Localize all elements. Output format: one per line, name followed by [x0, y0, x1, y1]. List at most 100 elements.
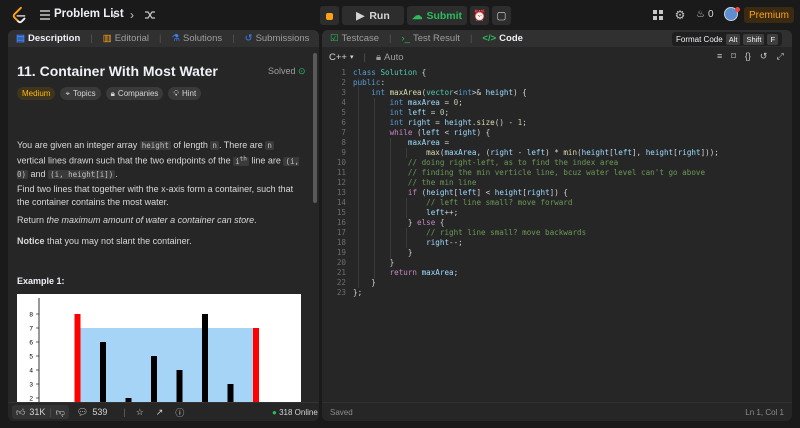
submit-button[interactable]: ☁ Submit: [407, 6, 467, 25]
code-line[interactable]: 14 // left line small? move forward: [322, 198, 792, 208]
checkbox-icon: ☑: [330, 33, 339, 44]
code-line[interactable]: 22 }: [322, 278, 792, 288]
code-text: };: [353, 288, 363, 297]
language-select[interactable]: C++ ▾: [329, 52, 353, 63]
tab-submissions[interactable]: ↺ Submissions: [245, 33, 310, 44]
problem-list-icon[interactable]: [37, 7, 53, 23]
code-line[interactable]: 10 // doing right-left, as to find the i…: [322, 158, 792, 168]
code-icon: </>: [482, 33, 497, 44]
code-line[interactable]: 3 int maxArea(vector<int>& height) {: [322, 88, 792, 98]
code-line[interactable]: 17 // right line small? move backwards: [322, 228, 792, 238]
water-area: [80, 328, 253, 402]
braces-icon[interactable]: {}: [745, 51, 751, 62]
code-line[interactable]: 12 // the min line: [322, 178, 792, 188]
difficulty-badge[interactable]: Medium: [17, 87, 56, 100]
layout-grid-icon[interactable]: [650, 7, 666, 23]
notes-button[interactable]: ▢: [492, 6, 511, 25]
code-line[interactable]: 23};: [322, 288, 792, 298]
bar-7: [202, 314, 208, 402]
line-number: 15: [336, 208, 346, 217]
leetcode-logo-icon[interactable]: [11, 6, 29, 24]
code-line[interactable]: 21 return maxArea;: [322, 268, 792, 278]
tab-testcase[interactable]: ☑ Testcase: [330, 33, 379, 44]
line-number: 1: [341, 68, 346, 77]
comment-icon[interactable]: 💬︎: [77, 407, 88, 418]
code-text: class Solution {: [353, 68, 427, 77]
thumbs-up-icon[interactable]: 👍︎: [16, 407, 25, 418]
y-tick-label: 8: [29, 312, 33, 319]
code-line[interactable]: 18 right--;: [322, 238, 792, 248]
bug-icon: [326, 13, 333, 20]
chevron-right-icon[interactable]: ›: [124, 7, 140, 23]
code-text: int right = height.size() - 1;: [389, 118, 527, 127]
notification-dot: [735, 7, 740, 12]
expand-icon[interactable]: ⤢: [776, 51, 783, 62]
help-circle-icon[interactable]: ⓘ: [175, 406, 184, 419]
fire-icon: ♨: [696, 9, 705, 20]
share-icon[interactable]: ↗: [156, 407, 164, 418]
shuffle-icon[interactable]: [142, 7, 158, 23]
code-line[interactable]: 19 }: [322, 248, 792, 258]
y-tick-label: 4: [29, 368, 33, 375]
code-line[interactable]: 15 left++;: [322, 208, 792, 218]
tab-description[interactable]: ▤ Description: [16, 33, 80, 44]
code-line[interactable]: 6 int right = height.size() - 1;: [322, 118, 792, 128]
code-text: }: [353, 278, 376, 287]
like-dislike-group: 👍︎ 31K | 👎︎: [12, 405, 69, 419]
code-text: if (height[left] < height[right]) {: [407, 188, 568, 197]
code-line[interactable]: 13 if (height[left] < height[right]) {: [322, 188, 792, 198]
line-number: 3: [341, 88, 346, 97]
bar-8: [227, 384, 234, 402]
code-line[interactable]: 1 class Solution {: [322, 68, 792, 78]
code-text: } else {: [353, 218, 445, 227]
line-number: 22: [336, 278, 346, 287]
thumbs-down-icon[interactable]: 👎︎: [56, 407, 65, 418]
description-panel: ▤ Description | ▥ Editorial | ⚗ Solution…: [8, 30, 319, 421]
align-icon[interactable]: ≡: [717, 51, 722, 62]
description-scrollbar[interactable]: [312, 47, 318, 403]
like-count: 31K: [29, 407, 46, 417]
tab-solutions[interactable]: ⚗ Solutions: [172, 33, 223, 44]
terminal-icon: ›_: [401, 33, 410, 44]
line-number: 12: [336, 178, 346, 187]
check-circle-icon: ⊙: [298, 66, 306, 76]
debug-button[interactable]: [320, 6, 339, 25]
code-line[interactable]: 9 max(maxArea, (right - left) * min(heig…: [322, 148, 792, 158]
tab-code[interactable]: </> Code: [482, 33, 523, 44]
code-line[interactable]: 8 maxArea =: [322, 138, 792, 148]
code-line[interactable]: 11 // finding the min verticle line, bcu…: [322, 168, 792, 178]
container-chart: 012345678: [29, 298, 259, 402]
code-line[interactable]: 7 while (left < right) {: [322, 128, 792, 138]
line-number: 19: [336, 248, 346, 257]
star-icon[interactable]: ☆: [136, 407, 144, 418]
code-line[interactable]: 20 }: [322, 258, 792, 268]
hint-tag[interactable]: 💡︎ Hint: [168, 87, 202, 100]
line-number: 9: [341, 148, 346, 157]
tab-editorial[interactable]: ▥ Editorial: [103, 33, 149, 44]
undo-icon[interactable]: ↺: [760, 51, 768, 62]
chevron-left-icon[interactable]: ‹: [106, 7, 122, 23]
premium-button[interactable]: Premium: [744, 7, 794, 23]
settings-gear-icon[interactable]: ⚙: [672, 7, 688, 23]
lock-icon: 🔒︎: [375, 51, 382, 63]
timer-button[interactable]: ⏰: [470, 6, 489, 25]
code-text: }: [353, 248, 413, 257]
chevron-down-icon: ▾: [349, 54, 354, 61]
streak-counter[interactable]: ♨ 0: [696, 9, 714, 20]
line-number: 18: [336, 238, 346, 247]
auto-mode-toggle[interactable]: 🔒︎ Auto: [376, 52, 404, 63]
code-editor[interactable]: 1 class Solution {2 public: 3 int maxArea(v…: [322, 68, 792, 401]
code-line[interactable]: 5 int left = 0;: [322, 108, 792, 118]
run-button[interactable]: ▶ Run: [342, 6, 404, 25]
online-count: ● 318 Online: [272, 408, 318, 417]
bookmark-icon[interactable]: ⌑: [731, 51, 736, 62]
code-line[interactable]: 4 int maxArea = 0;: [322, 98, 792, 108]
y-tick-label: 3: [29, 382, 33, 389]
tab-test-result[interactable]: ›_ Test Result: [402, 33, 460, 44]
code-line[interactable]: 2 public:: [322, 78, 792, 88]
problem-title[interactable]: 11. Container With Most Water: [17, 63, 218, 79]
code-line[interactable]: 16 } else {: [322, 218, 792, 228]
topics-tag[interactable]: ⌖ Topics: [60, 87, 101, 100]
scroll-thumb[interactable]: [313, 53, 317, 203]
companies-tag[interactable]: 🔒︎ Companies: [105, 87, 164, 100]
